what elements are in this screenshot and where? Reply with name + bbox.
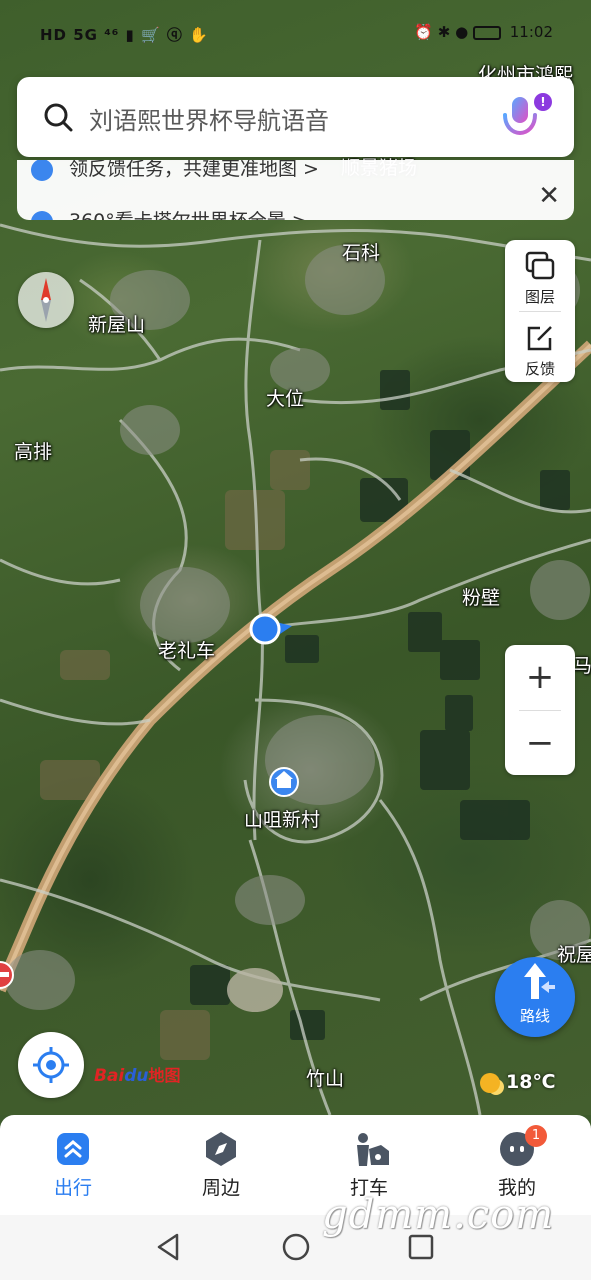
place-label[interactable]: 竹山: [306, 1064, 344, 1091]
trip-icon: [57, 1133, 89, 1165]
notice-banner[interactable]: 领反馈任务，共建更准地图 > 360°看卡塔尔世界杯全景 > ✕: [17, 160, 574, 220]
nav-item-trip[interactable]: 出行: [23, 1115, 123, 1215]
place-label[interactable]: 新屋山: [88, 310, 145, 337]
nav-label: 出行: [53, 1177, 92, 1199]
status-indicators: HD 5G ⁴⁶ ▮ 🛒 ⓠ ✋: [40, 26, 209, 44]
place-label[interactable]: 高排: [14, 437, 52, 464]
watermark: gdmm.com: [322, 1192, 555, 1238]
locate-me-button[interactable]: [18, 1032, 84, 1098]
status-right: ⏰ ✱ ● 11:02: [414, 23, 553, 41]
weather-icon: [480, 1072, 500, 1093]
compass-nearby-icon: [206, 1132, 236, 1166]
zoom-in-button[interactable]: +: [505, 645, 575, 709]
search-input[interactable]: 刘语熙世界杯导航语音: [89, 101, 329, 136]
route-arrow-icon: [524, 963, 555, 999]
search-icon: [44, 103, 73, 132]
taxi-icon: [357, 1133, 389, 1166]
place-label[interactable]: 马: [573, 651, 591, 678]
village-poi-icon: [269, 767, 299, 797]
place-label[interactable]: 石科: [342, 238, 380, 265]
search-bar[interactable]: 刘语熙世界杯导航语音 !: [17, 77, 574, 157]
feedback-button[interactable]: 反馈: [505, 312, 575, 382]
compass-button[interactable]: [18, 272, 74, 328]
place-label[interactable]: 大位: [266, 384, 304, 411]
mic-badge: !: [534, 93, 552, 111]
feedback-label: 反馈: [524, 360, 555, 378]
baidu-map-logo: Baidu地图: [94, 1066, 181, 1086]
notice-text: 360°看卡塔尔世界杯全景 >: [69, 210, 308, 220]
layers-icon: [525, 251, 555, 280]
nav-item-nearby[interactable]: 周边: [171, 1115, 271, 1215]
place-label[interactable]: 老礼车: [158, 636, 215, 663]
edit-icon: [527, 326, 552, 351]
weather-widget[interactable]: 18℃: [480, 1071, 555, 1093]
notice-text: 领反馈任务，共建更准地图 >: [69, 160, 319, 180]
zoom-out-button[interactable]: −: [505, 711, 575, 775]
back-icon[interactable]: [155, 1232, 183, 1262]
status-bar: HD 5G ⁴⁶ ▮ 🛒 ⓠ ✋ ⏰ ✱ ● 11:02: [0, 0, 591, 64]
signal-icons: ⏰ ✱ ●: [414, 23, 469, 41]
notice-pin-icon: [31, 160, 53, 181]
route-button[interactable]: 路线: [495, 957, 575, 1037]
nav-label: 周边: [201, 1177, 240, 1199]
layers-label: 图层: [524, 288, 555, 306]
notice-item[interactable]: 360°看卡塔尔世界杯全景 >: [31, 206, 308, 220]
status-time: 11:02: [509, 23, 553, 41]
place-label[interactable]: 粉壁: [462, 583, 500, 610]
zoom-control: + −: [505, 645, 575, 775]
weather-temp: 18℃: [506, 1071, 556, 1093]
home-icon[interactable]: [281, 1232, 311, 1262]
compass-icon: [41, 278, 51, 322]
voice-search-button[interactable]: !: [496, 91, 552, 143]
notice-item[interactable]: 领反馈任务，共建更准地图 >: [31, 160, 319, 181]
layers-button[interactable]: 图层: [505, 240, 575, 310]
locate-icon: [33, 1047, 69, 1083]
battery-icon: [472, 25, 501, 40]
map-tools-panel: 图层 反馈: [505, 240, 575, 382]
place-label[interactable]: 山咀新村: [244, 805, 320, 832]
notification-badge: 1: [525, 1125, 547, 1147]
route-label: 路线: [519, 1007, 550, 1025]
notice-pin-icon: [31, 210, 53, 220]
close-icon[interactable]: ✕: [538, 183, 560, 209]
